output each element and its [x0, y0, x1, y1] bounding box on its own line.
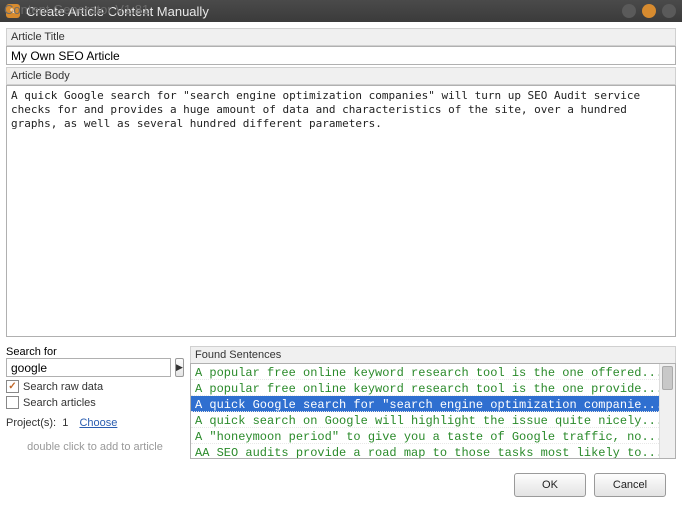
article-title-label: Article Title — [6, 28, 676, 46]
search-raw-label: Search raw data — [23, 381, 103, 393]
search-go-button[interactable]: ▶ — [175, 358, 184, 377]
search-input[interactable] — [6, 358, 171, 377]
scrollbar[interactable] — [659, 364, 675, 458]
article-body-label: Article Body — [6, 67, 676, 85]
found-row[interactable]: A "honeymoon period" to give you a taste… — [191, 428, 675, 444]
choose-link[interactable]: Choose — [79, 417, 117, 429]
found-sentences-header: Found Sentences — [190, 346, 676, 363]
ok-button[interactable]: OK — [514, 473, 586, 497]
found-row[interactable]: A quick search on Google will highlight … — [191, 412, 675, 428]
projects-count: 1 — [62, 417, 68, 429]
scrollbar-thumb[interactable] — [662, 366, 673, 390]
search-articles-label: Search articles — [23, 397, 96, 409]
cancel-button[interactable]: Cancel — [594, 473, 666, 497]
article-body-textarea[interactable] — [6, 85, 676, 337]
search-articles-checkbox[interactable]: Search articles — [6, 396, 184, 409]
maximize-button[interactable] — [642, 4, 656, 18]
play-icon: ▶ — [176, 362, 183, 373]
close-button[interactable] — [662, 4, 676, 18]
article-title-input[interactable] — [6, 46, 676, 65]
projects-label: Project(s): — [6, 417, 56, 429]
projects-row: Project(s): 1 Choose — [6, 417, 184, 429]
found-sentences-list[interactable]: A popular free online keyword research t… — [190, 363, 676, 459]
search-raw-checkbox[interactable]: Search raw data — [6, 380, 184, 393]
search-for-label: Search for — [6, 346, 184, 358]
found-row[interactable]: A popular free online keyword research t… — [191, 364, 675, 380]
found-row[interactable]: A popular free online keyword research t… — [191, 380, 675, 396]
minimize-button[interactable] — [622, 4, 636, 18]
found-row[interactable]: A quick Google search for "search engine… — [191, 396, 675, 412]
background-app-title: Content Generator V1.81 — [4, 2, 149, 17]
checkbox-icon — [6, 396, 19, 409]
found-row[interactable]: AA SEO audits provide a road map to thos… — [191, 444, 675, 459]
checkbox-icon — [6, 380, 19, 393]
hint-text: double click to add to article — [6, 441, 184, 453]
